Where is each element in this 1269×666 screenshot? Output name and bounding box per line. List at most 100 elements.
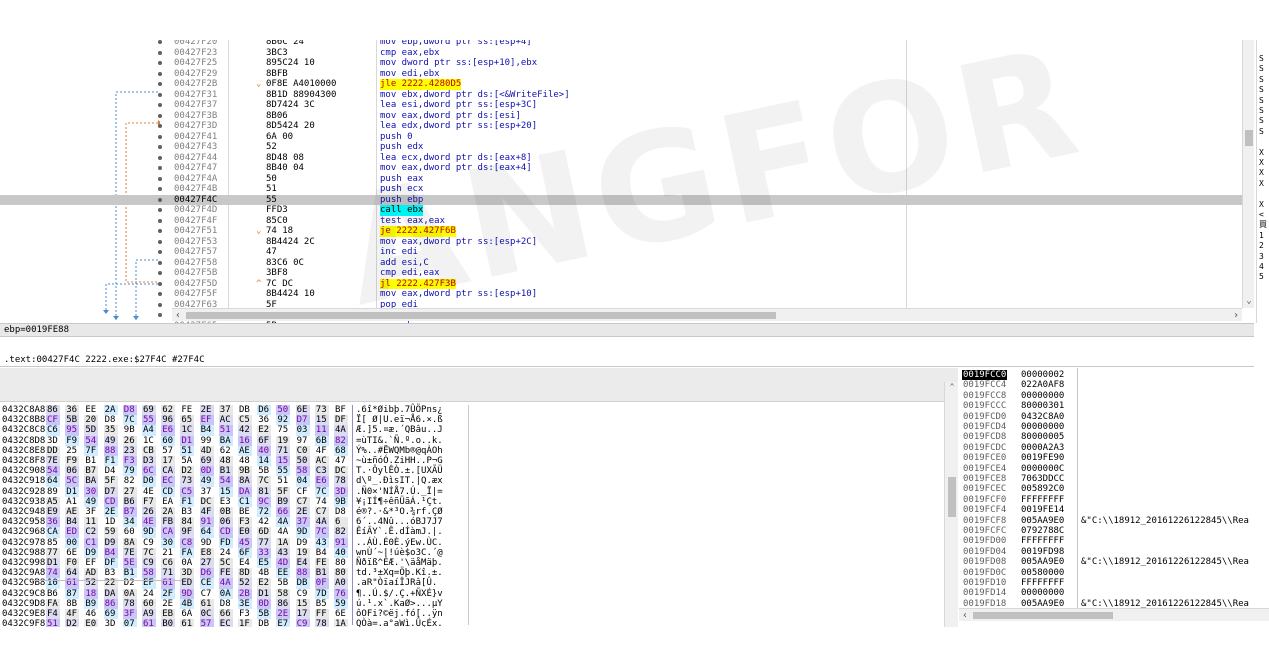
dump-byte[interactable]: 60 (122, 527, 137, 538)
dump-byte[interactable]: 6D (257, 527, 272, 538)
dump-row[interactable]: 0432C8E8 DD 25 7F 88 23 CB 57 51 4D 62 AE 40 71 C0 4F 68… (0, 445, 470, 456)
dump-byte[interactable]: 00 (65, 537, 80, 548)
dump-byte[interactable]: 4E (142, 486, 156, 497)
dump-byte[interactable]: 9D (199, 537, 214, 548)
dump-byte[interactable]: 46 (84, 609, 99, 620)
dump-byte[interactable]: CA (161, 466, 176, 477)
dump-byte[interactable]: 14 (257, 456, 272, 467)
dump-byte[interactable]: 92 (276, 415, 291, 426)
dump-byte[interactable]: 03 (295, 425, 310, 436)
dump-byte[interactable]: 9D (180, 588, 195, 599)
dump-byte[interactable]: 0A (218, 588, 233, 599)
dump-byte[interactable]: D9 (295, 537, 310, 548)
dump-byte[interactable]: B7 (122, 507, 137, 518)
dump-byte[interactable]: 1F (238, 619, 252, 627)
dump-row[interactable]: 0432C998 D1 F0 EF DF 5E C9 C6 0A 27 5C E4 E5 4D E4 FE 80… (0, 558, 470, 569)
dump-byte[interactable]: B1 (314, 568, 329, 579)
dump-byte[interactable]: B3 (103, 568, 118, 579)
disassembly-horizontal-scrollbar[interactable]: ‹ › (172, 308, 1242, 321)
dump-byte[interactable]: C9 (142, 537, 156, 548)
disasm-row[interactable]: 00427F47 8B40 04 mov eax,dword ptr ds:[eax… (0, 163, 1242, 174)
dump-byte[interactable]: DF (103, 558, 118, 569)
dump-byte[interactable]: DB (257, 619, 272, 627)
disasm-row[interactable]: 00427F29 8BFB mov edi,ebx (0, 69, 1242, 80)
dump-byte[interactable]: 3E (238, 598, 252, 609)
dump-byte[interactable]: 4B (180, 598, 195, 609)
dump-byte[interactable]: AC (218, 415, 233, 426)
dump-byte[interactable]: CB (142, 445, 156, 456)
dump-byte[interactable]: 8B (65, 598, 80, 609)
dump-byte[interactable]: C9 (295, 588, 310, 599)
dump-byte[interactable]: 62 (161, 405, 176, 416)
dump-byte[interactable]: E2 (257, 578, 272, 589)
dump-byte[interactable]: C1 (84, 537, 99, 548)
dump-byte[interactable]: 0C (199, 609, 214, 620)
dump-byte[interactable]: 9C (257, 496, 272, 507)
dump-byte[interactable]: 64 (46, 476, 60, 487)
dump-byte[interactable]: E0 (238, 527, 252, 538)
dump-byte[interactable]: 71 (161, 568, 176, 579)
dump-byte[interactable]: D9 (103, 537, 118, 548)
dump-byte[interactable]: 86 (103, 598, 118, 609)
dump-byte[interactable]: D2 (65, 619, 80, 627)
dump-byte[interactable]: EC (218, 619, 233, 627)
dump-byte[interactable]: 95 (65, 425, 80, 436)
dump-byte[interactable]: 88 (103, 445, 118, 456)
dump-byte[interactable]: A4 (142, 425, 156, 436)
dump-byte[interactable]: 86 (276, 598, 291, 609)
scroll-left-icon[interactable]: ‹ (959, 609, 971, 622)
dump-byte[interactable]: 48 (238, 456, 252, 467)
dump-byte[interactable]: F9 (65, 435, 80, 446)
dump-byte[interactable]: D7 (295, 415, 310, 426)
dump-byte[interactable]: 5F (103, 476, 118, 487)
dump-byte[interactable]: E7 (276, 619, 291, 627)
dump-byte[interactable]: 42 (238, 425, 252, 436)
dump-row[interactable]: 0432C908 54 06 B7 D4 79 6C CA D2 0D B1 9B 5B 55 58 C3 DC… (0, 466, 470, 477)
dump-byte[interactable]: B7 (84, 466, 99, 477)
dump-row[interactable]: 0432C938 A5 A1 49 CD B6 F7 EA F1 DC E3 C1 9C B9 C7 74 9B… (0, 496, 470, 507)
dump-byte[interactable]: 55 (142, 415, 156, 426)
dump-byte[interactable]: 87 (65, 588, 80, 599)
breakpoint-dot-icon[interactable] (158, 82, 162, 86)
dump-vertical-scrollbar[interactable]: ⌃ (944, 382, 958, 627)
dump-byte[interactable]: 06 (218, 517, 233, 528)
dump-byte[interactable]: 73 (180, 476, 195, 487)
dump-byte[interactable]: 80 (334, 558, 348, 569)
dump-byte[interactable]: 3F (122, 609, 137, 620)
stack-row[interactable]: 0019FD0C 00580000 (959, 568, 1269, 578)
dump-byte[interactable]: D8 (334, 507, 348, 518)
dump-byte[interactable]: 89 (46, 486, 60, 497)
dump-byte[interactable]: 54 (84, 435, 99, 446)
dump-row[interactable]: 0432C988 77 6E D9 B4 7E 7C 21 FA E8 24 6F 33 43 19 B4 40… (0, 547, 470, 558)
dump-byte[interactable]: 4A (276, 517, 291, 528)
dump-byte[interactable]: 86 (46, 405, 60, 416)
dump-byte[interactable]: 6F (257, 435, 272, 446)
dump-byte[interactable]: 2A (161, 507, 176, 518)
dump-byte[interactable]: 7E (122, 547, 137, 558)
scrollbar-thumb[interactable] (1245, 130, 1253, 146)
dump-byte[interactable]: 5E (122, 558, 137, 569)
dump-byte[interactable]: C0 (295, 445, 310, 456)
breakpoint-dot-icon[interactable] (158, 40, 162, 44)
disasm-row[interactable]: 00427F4B 51 push ecx (0, 184, 1242, 195)
dump-byte[interactable]: 5B (276, 578, 291, 589)
dump-byte[interactable]: 61 (142, 619, 156, 627)
breakpoint-dot-icon[interactable] (158, 61, 162, 65)
dump-byte[interactable]: 54 (218, 476, 233, 487)
disasm-row[interactable]: 00427F20 8B6C 24 mov ebp,dword ptr ss:[esp… (0, 40, 1242, 48)
dump-byte[interactable]: 2B (238, 588, 252, 599)
dump-byte[interactable]: EF (199, 415, 214, 426)
dump-byte[interactable]: 91 (334, 537, 348, 548)
disasm-row[interactable]: 00427F5F 8B4424 10 mov eax,dword ptr ss:[e… (0, 289, 1242, 300)
stack-row[interactable]: 0019FCD4 00000000 (959, 422, 1269, 432)
dump-byte[interactable]: FB (161, 517, 176, 528)
dump-byte[interactable]: A0 (334, 578, 348, 589)
dump-row[interactable]: 0432C8D8 3D F9 54 49 26 1C 60 D1 99 BA 16 6F 19 97 6B 82… (0, 435, 470, 446)
disasm-row[interactable]: 00427F53 8B4424 2C mov eax,dword ptr ss:[e… (0, 237, 1242, 248)
dump-byte[interactable]: 71 (276, 445, 291, 456)
stack-row[interactable]: 0019FCD8 80000005 (959, 432, 1269, 442)
dump-byte[interactable]: 7D (314, 588, 329, 599)
dump-byte[interactable]: C5 (180, 486, 195, 497)
dump-byte[interactable]: 4F (314, 445, 329, 456)
dump-byte[interactable]: 9D (295, 527, 310, 538)
